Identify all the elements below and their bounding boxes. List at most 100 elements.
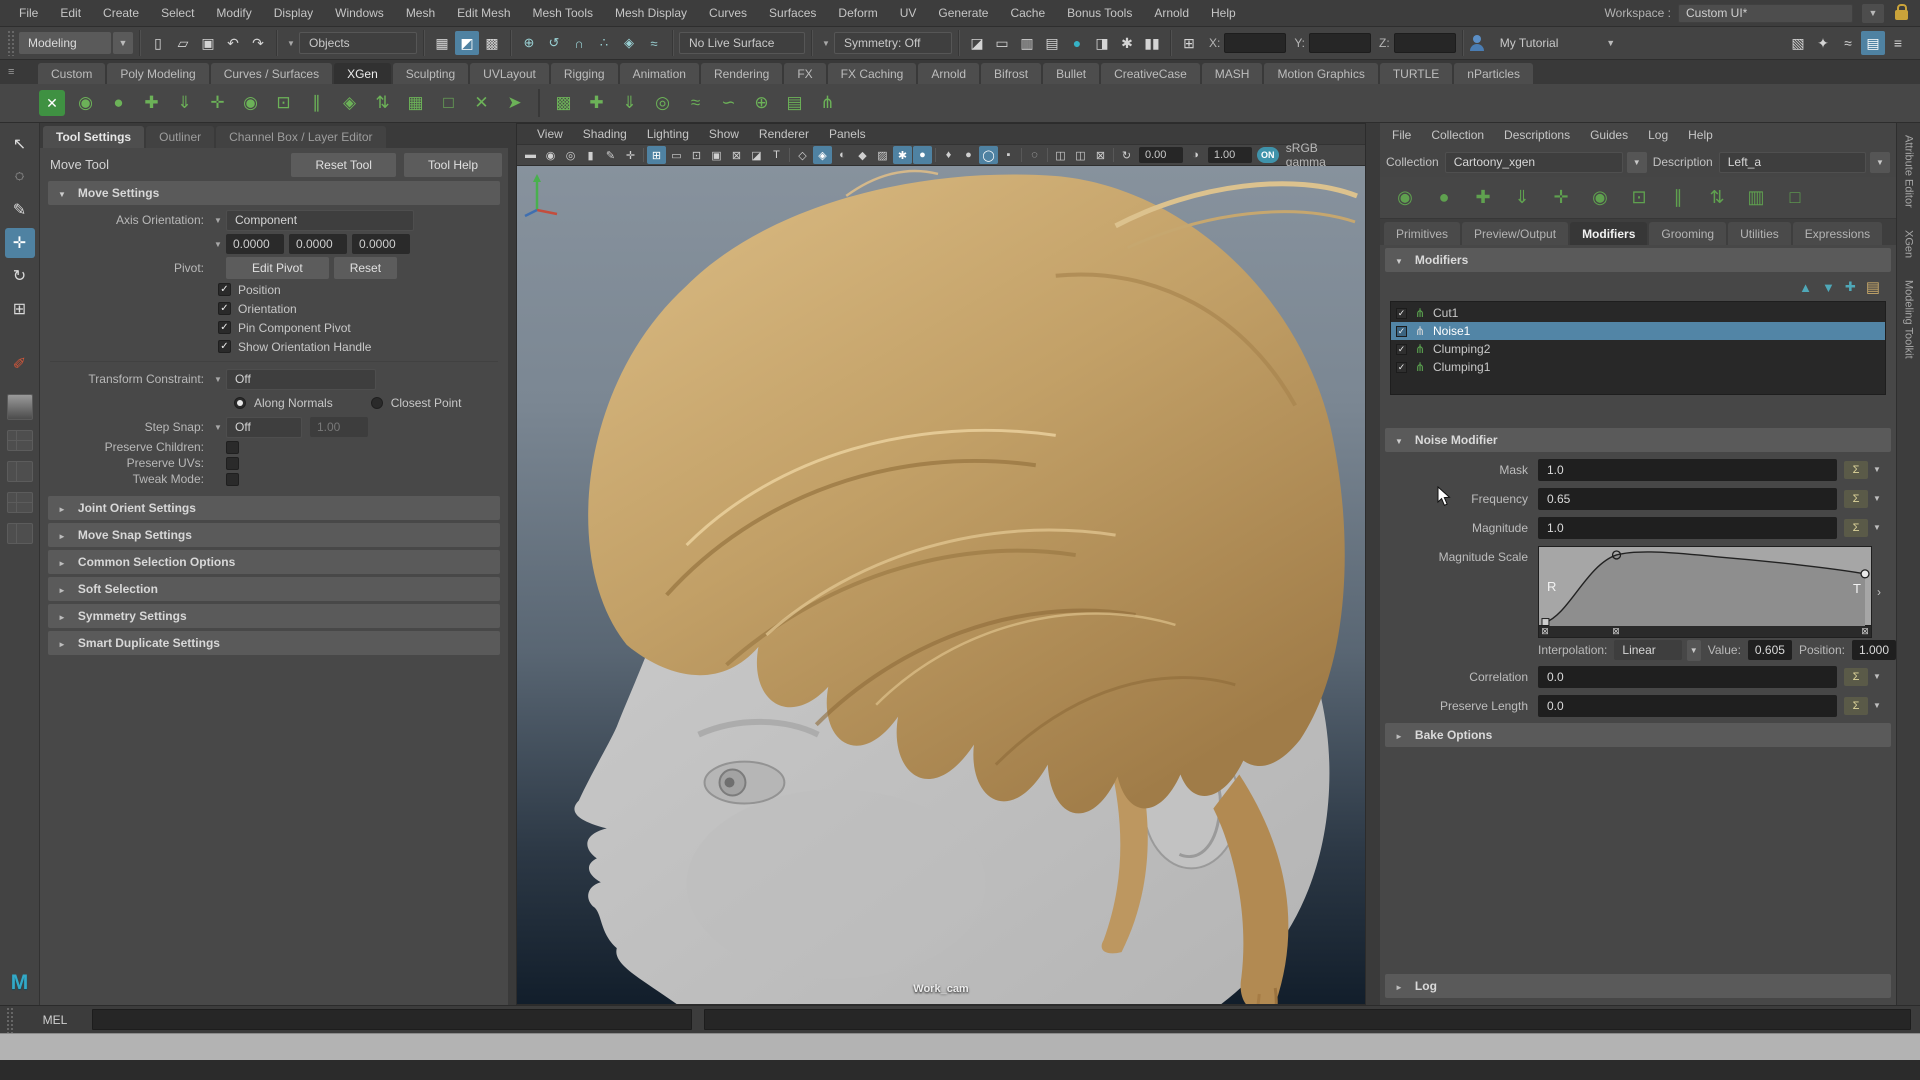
- expression-icon[interactable]: Σ: [1844, 490, 1868, 508]
- chevron-down-icon[interactable]: [1868, 490, 1886, 508]
- modifier-toolbar-icon[interactable]: ✚: [1845, 279, 1856, 295]
- shelf-tool-icon[interactable]: ➤: [499, 88, 530, 119]
- layout-two-pane-button[interactable]: [7, 461, 33, 482]
- shelf-tab[interactable]: Rigging: [551, 63, 618, 84]
- shelf-tool-icon[interactable]: ▤: [779, 88, 810, 119]
- viewport-toolbar-icon[interactable]: ●: [913, 146, 932, 164]
- viewport-toolbar-icon[interactable]: [787, 146, 792, 164]
- snap-icon[interactable]: ∴: [592, 31, 616, 55]
- panel-tab[interactable]: Channel Box / Layer Editor: [216, 126, 385, 148]
- curve-key-strip[interactable]: ⊠ ⊠ ⊠: [1538, 626, 1872, 638]
- value-field[interactable]: 0.605: [1748, 640, 1792, 660]
- shelf-tab[interactable]: Poly Modeling: [107, 63, 208, 84]
- chevron-down-icon[interactable]: [283, 39, 299, 48]
- modifier-list-item[interactable]: ⋔ Noise1: [1391, 322, 1885, 340]
- checkbox[interactable]: [226, 457, 239, 470]
- shelf-tab[interactable]: Curves / Surfaces: [211, 63, 332, 84]
- panel-toggle-icon[interactable]: ▧: [1786, 31, 1810, 55]
- log-section-header[interactable]: Log: [1385, 974, 1891, 998]
- snap-icon[interactable]: ∩: [567, 31, 591, 55]
- magnitude-scale-curve[interactable]: R T: [1538, 546, 1872, 626]
- orientation-value-field[interactable]: 0.0000: [226, 234, 284, 254]
- shelf-tool-icon[interactable]: ✛: [202, 88, 233, 119]
- viewport-toolbar-icon[interactable]: ◐: [833, 146, 852, 164]
- expression-icon[interactable]: Σ: [1844, 668, 1868, 686]
- xgen-tab[interactable]: Grooming: [1649, 222, 1726, 245]
- drag-handle[interactable]: [7, 30, 16, 56]
- shelf-tab[interactable]: FX Caching: [828, 63, 917, 84]
- shelf-tool-icon[interactable]: ✚: [581, 88, 612, 119]
- expression-icon[interactable]: Σ: [1844, 519, 1868, 537]
- chevron-down-icon[interactable]: [1627, 152, 1647, 173]
- collection-combo[interactable]: Cartoony_xgen: [1445, 152, 1623, 173]
- xgen-tab[interactable]: Utilities: [1728, 222, 1791, 245]
- viewport-menu-item[interactable]: Panels: [819, 127, 876, 141]
- viewport-toolbar-icon[interactable]: ◈: [813, 146, 832, 164]
- xgen-tool-icon[interactable]: ▥: [1741, 183, 1771, 213]
- viewport-toolbar-icon[interactable]: ◫: [1051, 146, 1070, 164]
- symmetry-combo[interactable]: Symmetry: Off: [834, 32, 952, 54]
- transform-tool-button[interactable]: ◌: [5, 162, 35, 192]
- shelf-tab[interactable]: Bullet: [1043, 63, 1099, 84]
- checkbox[interactable]: [218, 302, 231, 315]
- menu-item[interactable]: Surfaces: [758, 0, 827, 26]
- radio-button[interactable]: [234, 397, 246, 409]
- select-mode-icon[interactable]: ▦: [430, 31, 454, 55]
- panel-toggle-icon[interactable]: ≡: [1886, 31, 1910, 55]
- menu-item[interactable]: Mesh: [395, 0, 446, 26]
- curve-key-marker[interactable]: ⊠: [1860, 626, 1870, 636]
- axis-orientation-combo[interactable]: Component: [226, 210, 414, 231]
- render-icon[interactable]: ▤: [1040, 31, 1064, 55]
- radio-option[interactable]: Closest Point: [371, 396, 462, 410]
- color-management-toggle[interactable]: ON: [1257, 147, 1279, 163]
- panel-toggle-icon[interactable]: ≈: [1836, 31, 1860, 55]
- menu-item[interactable]: Display: [263, 0, 324, 26]
- shelf-tool-icon[interactable]: ∽: [713, 88, 744, 119]
- radio-button[interactable]: [371, 397, 383, 409]
- y-input[interactable]: [1309, 33, 1371, 53]
- workspace-combo[interactable]: Custom UI*: [1678, 4, 1853, 23]
- menu-item[interactable]: Mesh Tools: [522, 0, 604, 26]
- chevron-down-icon[interactable]: [818, 39, 834, 48]
- xgen-tab[interactable]: Primitives: [1384, 222, 1460, 245]
- attribute-field[interactable]: 0.0: [1538, 666, 1837, 688]
- viewport-toolbar-icon[interactable]: ●: [959, 146, 978, 164]
- move-settings-header[interactable]: Move Settings: [48, 181, 500, 205]
- snap-icon[interactable]: ↺: [542, 31, 566, 55]
- xgen-menu-item[interactable]: Log: [1638, 128, 1678, 142]
- render-icon[interactable]: ◨: [1090, 31, 1114, 55]
- xgen-tool-icon[interactable]: ⇓: [1507, 183, 1537, 213]
- reset-pivot-button[interactable]: Reset: [334, 257, 397, 279]
- chevron-down-icon[interactable]: [210, 375, 226, 384]
- viewport-toolbar-icon[interactable]: ⊠: [727, 146, 746, 164]
- checkbox[interactable]: [226, 441, 239, 454]
- xgen-tool-icon[interactable]: ●: [1429, 183, 1459, 213]
- enable-checkbox[interactable]: [1396, 362, 1407, 373]
- shelf-tool-icon[interactable]: [538, 89, 540, 117]
- panel-toggle-icon[interactable]: ▤: [1861, 31, 1885, 55]
- xgen-tool-icon[interactable]: □: [1780, 183, 1810, 213]
- chevron-down-icon[interactable]: [113, 32, 133, 54]
- viewport-toolbar-icon[interactable]: ◆: [853, 146, 872, 164]
- viewport-toolbar-icon[interactable]: ▨: [873, 146, 892, 164]
- viewport-toolbar-icon[interactable]: T: [767, 146, 786, 164]
- reset-tool-button[interactable]: Reset Tool: [291, 153, 395, 177]
- chevron-down-icon[interactable]: [1601, 32, 1621, 54]
- viewport-menu-item[interactable]: Renderer: [749, 127, 819, 141]
- snap-icon[interactable]: ≈: [642, 31, 666, 55]
- side-tab[interactable]: Attribute Editor: [1903, 135, 1915, 208]
- transform-tool-button[interactable]: ✎: [5, 195, 35, 225]
- shelf-menu-icon[interactable]: ≡: [8, 66, 26, 78]
- menu-item[interactable]: Curves: [698, 0, 758, 26]
- shelf-tool-icon[interactable]: ⊕: [746, 88, 777, 119]
- viewport-menu-item[interactable]: Lighting: [637, 127, 699, 141]
- modifier-toolbar-icon[interactable]: ▲: [1799, 280, 1812, 295]
- noise-modifier-header[interactable]: Noise Modifier: [1385, 428, 1891, 452]
- shelf-tool-icon[interactable]: ▦: [400, 88, 431, 119]
- file-op-icon[interactable]: ↷: [246, 31, 270, 55]
- mel-input[interactable]: [92, 1009, 692, 1030]
- description-combo[interactable]: Left_a: [1719, 152, 1866, 173]
- checkbox-row[interactable]: Preserve Children:: [40, 439, 508, 455]
- checkbox[interactable]: [226, 473, 239, 486]
- viewport-menu-item[interactable]: Shading: [573, 127, 637, 141]
